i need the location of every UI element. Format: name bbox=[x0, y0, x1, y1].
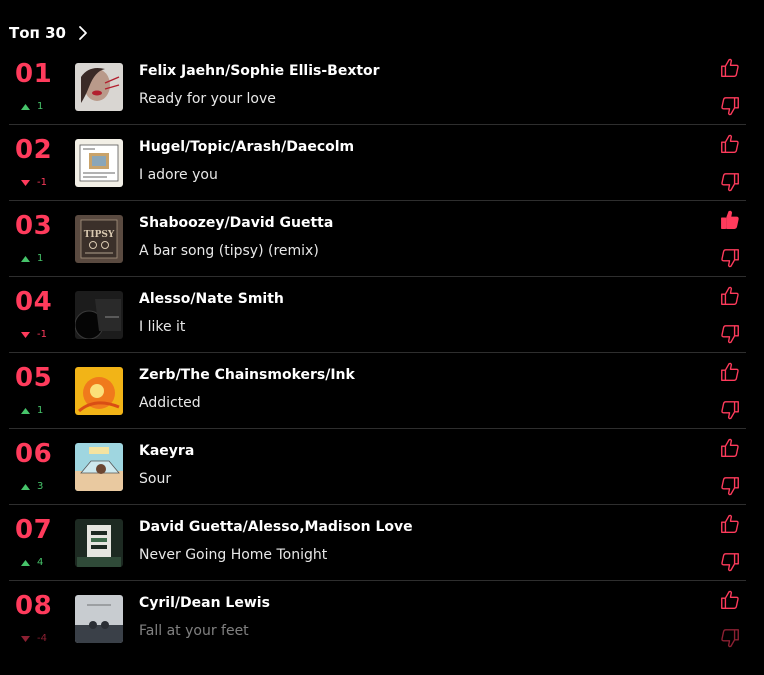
trend-up-icon bbox=[21, 103, 30, 110]
trend-change: 1 bbox=[37, 253, 44, 264]
track-artist: David Guetta/Alesso,Madison Love bbox=[139, 519, 413, 535]
track-rank: 06 bbox=[15, 439, 53, 469]
trend-change: 1 bbox=[37, 101, 44, 112]
trend-change: 3 bbox=[37, 481, 44, 492]
track-rank: 07 bbox=[15, 515, 53, 545]
track-artist: Cyril/Dean Lewis bbox=[139, 595, 270, 611]
track-artist: Zerb/The Chainsmokers/Ink bbox=[139, 367, 355, 383]
track-row[interactable]: 08 -4 Cyril/Dean Lewis Fall at your feet bbox=[9, 581, 746, 657]
track-title: Sour bbox=[139, 471, 172, 487]
thumbs-down-icon[interactable] bbox=[719, 399, 741, 421]
chart-page: Топ 30 01 1 Felix Jaehn/Sophie Ellis-Bex bbox=[0, 0, 764, 675]
trend-indicator: 1 bbox=[21, 253, 43, 264]
album-cover[interactable]: TIPSY bbox=[75, 215, 123, 263]
thumbs-up-icon[interactable] bbox=[719, 285, 741, 307]
top30-header[interactable]: Топ 30 bbox=[9, 24, 90, 42]
track-artist: Shaboozey/David Guetta bbox=[139, 215, 334, 231]
trend-down-icon bbox=[21, 179, 30, 186]
thumbs-down-icon[interactable] bbox=[719, 247, 741, 269]
trend-down-icon bbox=[21, 331, 30, 338]
thumbs-up-icon[interactable] bbox=[719, 57, 741, 79]
trend-up-icon bbox=[21, 559, 30, 566]
trend-up-icon bbox=[21, 483, 30, 490]
track-artist: Kaeyra bbox=[139, 443, 195, 459]
track-title: I like it bbox=[139, 319, 186, 335]
page-title: Топ 30 bbox=[9, 24, 66, 42]
thumbs-up-icon[interactable] bbox=[719, 513, 741, 535]
track-row[interactable]: 03 1 TIPSY Shaboozey/David Guetta A bar … bbox=[9, 201, 746, 277]
track-title: I adore you bbox=[139, 167, 218, 183]
svg-text:TIPSY: TIPSY bbox=[84, 230, 115, 240]
track-title: A bar song (tipsy) (remix) bbox=[139, 243, 319, 259]
track-row[interactable]: 06 3 Kaeyra Sour bbox=[9, 429, 746, 505]
thumbs-down-icon[interactable] bbox=[719, 95, 741, 117]
thumbs-up-icon[interactable] bbox=[719, 361, 741, 383]
track-row[interactable]: 04 -1 Alesso/Nate Smith I like it bbox=[9, 277, 746, 353]
track-rank: 02 bbox=[15, 135, 53, 165]
trend-indicator: -1 bbox=[21, 177, 47, 188]
track-title: Addicted bbox=[139, 395, 201, 411]
track-list: 01 1 Felix Jaehn/Sophie Ellis-Bextor Rea… bbox=[9, 49, 746, 657]
trend-indicator: 4 bbox=[21, 557, 43, 568]
track-title: Ready for your love bbox=[139, 91, 276, 107]
trend-indicator: -4 bbox=[21, 633, 47, 644]
thumbs-down-icon[interactable] bbox=[719, 171, 741, 193]
thumbs-up-icon[interactable] bbox=[719, 133, 741, 155]
track-row[interactable]: 01 1 Felix Jaehn/Sophie Ellis-Bextor Rea… bbox=[9, 49, 746, 125]
track-rank: 01 bbox=[15, 59, 53, 89]
track-title: Fall at your feet bbox=[139, 623, 249, 639]
album-cover[interactable] bbox=[75, 139, 123, 187]
album-cover[interactable] bbox=[75, 367, 123, 415]
album-cover[interactable] bbox=[75, 443, 123, 491]
thumbs-up-icon[interactable] bbox=[719, 437, 741, 459]
trend-change: -1 bbox=[37, 177, 47, 188]
thumbs-down-icon[interactable] bbox=[719, 475, 741, 497]
track-row[interactable]: 07 4 David Guetta/Alesso,Madison Love Ne… bbox=[9, 505, 746, 581]
track-row[interactable]: 05 1 Zerb/The Chainsmokers/Ink Addicted bbox=[9, 353, 746, 429]
track-artist: Alesso/Nate Smith bbox=[139, 291, 284, 307]
album-cover[interactable] bbox=[75, 291, 123, 339]
trend-change: -4 bbox=[37, 633, 47, 644]
trend-up-icon bbox=[21, 255, 30, 262]
trend-indicator: 1 bbox=[21, 405, 43, 416]
track-artist: Felix Jaehn/Sophie Ellis-Bextor bbox=[139, 63, 380, 79]
trend-up-icon bbox=[21, 407, 30, 414]
album-cover[interactable] bbox=[75, 519, 123, 567]
trend-change: 4 bbox=[37, 557, 44, 568]
thumbs-up-icon[interactable] bbox=[719, 589, 741, 611]
track-row[interactable]: 02 -1 Hugel/Topic/Arash/Daecolm I adore … bbox=[9, 125, 746, 201]
trend-indicator: 3 bbox=[21, 481, 43, 492]
trend-change: 1 bbox=[37, 405, 44, 416]
trend-indicator: 1 bbox=[21, 101, 43, 112]
chevron-right-icon bbox=[79, 26, 87, 40]
trend-indicator: -1 bbox=[21, 329, 47, 340]
album-cover[interactable] bbox=[75, 63, 123, 111]
track-rank: 03 bbox=[15, 211, 53, 241]
track-artist: Hugel/Topic/Arash/Daecolm bbox=[139, 139, 355, 155]
thumbs-down-icon[interactable] bbox=[719, 627, 741, 649]
trend-change: -1 bbox=[37, 329, 47, 340]
track-rank: 05 bbox=[15, 363, 53, 393]
trend-down-icon bbox=[21, 635, 30, 642]
track-rank: 04 bbox=[15, 287, 53, 317]
album-cover[interactable] bbox=[75, 595, 123, 643]
thumbs-up-filled-icon[interactable] bbox=[719, 209, 741, 231]
track-rank: 08 bbox=[15, 591, 53, 621]
thumbs-down-icon[interactable] bbox=[719, 323, 741, 345]
thumbs-down-icon[interactable] bbox=[719, 551, 741, 573]
track-title: Never Going Home Tonight bbox=[139, 547, 328, 563]
